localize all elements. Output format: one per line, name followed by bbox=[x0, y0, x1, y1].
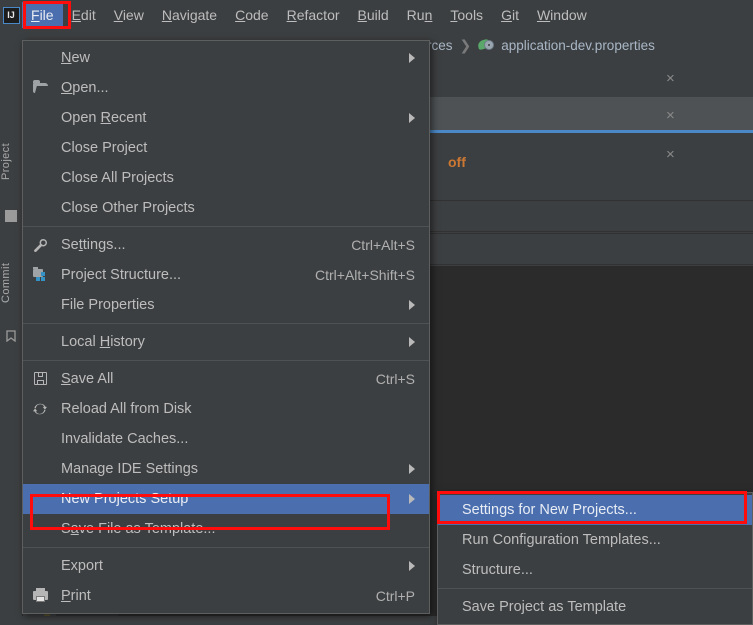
file-menu-item-open[interactable]: Open... bbox=[23, 73, 429, 103]
menu-item-label: Export bbox=[61, 558, 103, 574]
menu-separator bbox=[23, 360, 429, 361]
menu-bar-items: File Edit View Navigate Code Refactor Build Run… bbox=[22, 2, 596, 28]
intellij-logo-icon: IJ bbox=[2, 6, 20, 24]
menu-bar-item-window[interactable]: Window bbox=[528, 2, 596, 28]
chevron-right-icon bbox=[409, 464, 415, 474]
menu-item-label: Open... bbox=[61, 80, 109, 96]
file-menu-item-save-file-as-template[interactable]: Save File as Template... bbox=[23, 514, 429, 544]
menu-item-label: New bbox=[61, 50, 91, 66]
menu-item-shortcut: Ctrl+Alt+Shift+S bbox=[315, 267, 415, 283]
close-icon[interactable]: × bbox=[666, 107, 675, 124]
menu-item-label: Save All bbox=[61, 371, 114, 387]
menu-item-label: Manage IDE Settings bbox=[61, 461, 199, 477]
menu-item-shortcut: Ctrl+P bbox=[375, 588, 415, 604]
file-menu-item-reload-all-from-disk[interactable]: Reload All from Disk bbox=[23, 394, 429, 424]
file-menu-item-print[interactable]: Print Ctrl+P bbox=[23, 581, 429, 611]
close-icon[interactable]: × bbox=[666, 70, 675, 87]
structure-icon[interactable] bbox=[5, 210, 17, 222]
menu-separator bbox=[23, 323, 429, 324]
left-tool-window-stripe: Project Commit bbox=[0, 30, 23, 616]
properties-file-icon bbox=[477, 38, 495, 52]
chevron-right-icon bbox=[409, 561, 415, 571]
project-structure-icon bbox=[33, 267, 49, 282]
file-menu-item-local-history[interactable]: Local History bbox=[23, 327, 429, 357]
menu-item-label: Settings... bbox=[61, 237, 126, 253]
chevron-right-icon bbox=[409, 113, 415, 123]
menu-bar-item-build[interactable]: Build bbox=[349, 2, 398, 28]
chevron-right-icon bbox=[409, 494, 415, 504]
file-menu-item-invalidate-caches[interactable]: Invalidate Caches... bbox=[23, 424, 429, 454]
menu-item-label: Run Configuration Templates... bbox=[462, 532, 661, 548]
file-menu-item-save-all[interactable]: Save All Ctrl+S bbox=[23, 364, 429, 394]
submenu-item-run-configuration-templates[interactable]: Run Configuration Templates... bbox=[438, 525, 752, 555]
file-menu-item-close-project[interactable]: Close Project bbox=[23, 133, 429, 163]
menu-item-label: Print bbox=[61, 588, 91, 604]
menu-item-shortcut: Ctrl+S bbox=[375, 371, 415, 387]
menu-bar-item-run[interactable]: Run bbox=[398, 2, 442, 28]
menu-separator bbox=[23, 226, 429, 227]
tool-window-project[interactable]: Project bbox=[0, 126, 22, 196]
file-menu-item-file-properties[interactable]: File Properties bbox=[23, 290, 429, 320]
menu-bar-item-code[interactable]: Code bbox=[226, 2, 277, 28]
folder-icon bbox=[33, 80, 49, 95]
file-dropdown-menu: New Open... Open Recent Close Project Close … bbox=[22, 40, 430, 614]
file-menu-item-close-other-projects[interactable]: Close Other Projects bbox=[23, 193, 429, 223]
menu-separator bbox=[438, 588, 752, 589]
menu-item-label: Save File as Template... bbox=[61, 521, 216, 537]
menu-bar-item-tools[interactable]: Tools bbox=[441, 2, 492, 28]
save-icon bbox=[33, 372, 49, 386]
menu-separator bbox=[23, 547, 429, 548]
menu-item-label: New Projects Setup bbox=[61, 491, 189, 507]
menu-item-label: Settings for New Projects... bbox=[462, 502, 637, 518]
submenu-item-structure[interactable]: Structure... bbox=[438, 555, 752, 585]
file-menu-item-open-recent[interactable]: Open Recent bbox=[23, 103, 429, 133]
file-menu-item-close-all-projects[interactable]: Close All Projects bbox=[23, 163, 429, 193]
menu-item-label: Close All Projects bbox=[61, 170, 174, 186]
menu-item-label: Invalidate Caches... bbox=[61, 431, 189, 447]
menu-item-label: Structure... bbox=[462, 562, 533, 578]
close-icon[interactable]: × bbox=[666, 146, 675, 163]
chevron-right-icon bbox=[409, 53, 415, 63]
file-menu-item-manage-ide-settings[interactable]: Manage IDE Settings bbox=[23, 454, 429, 484]
menu-bar-item-git[interactable]: Git bbox=[492, 2, 528, 28]
file-menu-item-project-structure[interactable]: Project Structure... Ctrl+Alt+Shift+S bbox=[23, 260, 429, 290]
file-menu-item-new[interactable]: New bbox=[23, 43, 429, 73]
menu-item-label: Close Project bbox=[61, 140, 148, 156]
menu-item-shortcut: Ctrl+Alt+S bbox=[351, 237, 415, 253]
chevron-right-icon: ❯ bbox=[459, 36, 472, 53]
tool-window-commit[interactable]: Commit bbox=[0, 248, 22, 318]
menu-item-label: Save Project as Template bbox=[462, 599, 627, 615]
menu-item-label: Reload All from Disk bbox=[61, 401, 192, 417]
breadcrumb-crumb[interactable]: rces bbox=[427, 38, 453, 53]
menu-item-label: Project Structure... bbox=[61, 267, 182, 283]
file-menu-item-export[interactable]: Export bbox=[23, 551, 429, 581]
menu-bar-item-edit[interactable]: Edit bbox=[63, 2, 105, 28]
menu-bar-item-navigate[interactable]: Navigate bbox=[153, 2, 226, 28]
menu-item-label: Open Recent bbox=[61, 110, 147, 126]
menu-item-label: Local History bbox=[61, 334, 145, 350]
background-code-fragment: off bbox=[448, 154, 466, 170]
file-menu-item-new-projects-setup[interactable]: New Projects Setup bbox=[23, 484, 429, 514]
menu-bar: IJ File Edit View Navigate Code Refactor Build… bbox=[0, 0, 753, 31]
menu-item-label: Close Other Projects bbox=[61, 200, 195, 216]
print-icon bbox=[33, 588, 49, 603]
file-menu-item-settings[interactable]: Settings... Ctrl+Alt+S bbox=[23, 230, 429, 260]
menu-bar-item-refactor[interactable]: Refactor bbox=[278, 2, 349, 28]
wrench-icon bbox=[33, 238, 49, 252]
app-logo: IJ bbox=[0, 0, 22, 30]
new-projects-setup-submenu: Settings for New Projects... Run Configur… bbox=[437, 492, 753, 625]
submenu-item-save-project-as-template[interactable]: Save Project as Template bbox=[438, 592, 752, 622]
breadcrumb-file[interactable]: application-dev.properties bbox=[501, 38, 655, 53]
submenu-item-settings-for-new-projects[interactable]: Settings for New Projects... bbox=[438, 495, 752, 525]
menu-bar-item-view[interactable]: View bbox=[105, 2, 153, 28]
menu-item-label: File Properties bbox=[61, 297, 155, 313]
menu-bar-item-file[interactable]: File bbox=[22, 2, 63, 28]
chevron-right-icon bbox=[409, 300, 415, 310]
chevron-right-icon bbox=[409, 337, 415, 347]
bookmark-icon[interactable] bbox=[5, 330, 17, 343]
reload-icon bbox=[33, 402, 49, 416]
